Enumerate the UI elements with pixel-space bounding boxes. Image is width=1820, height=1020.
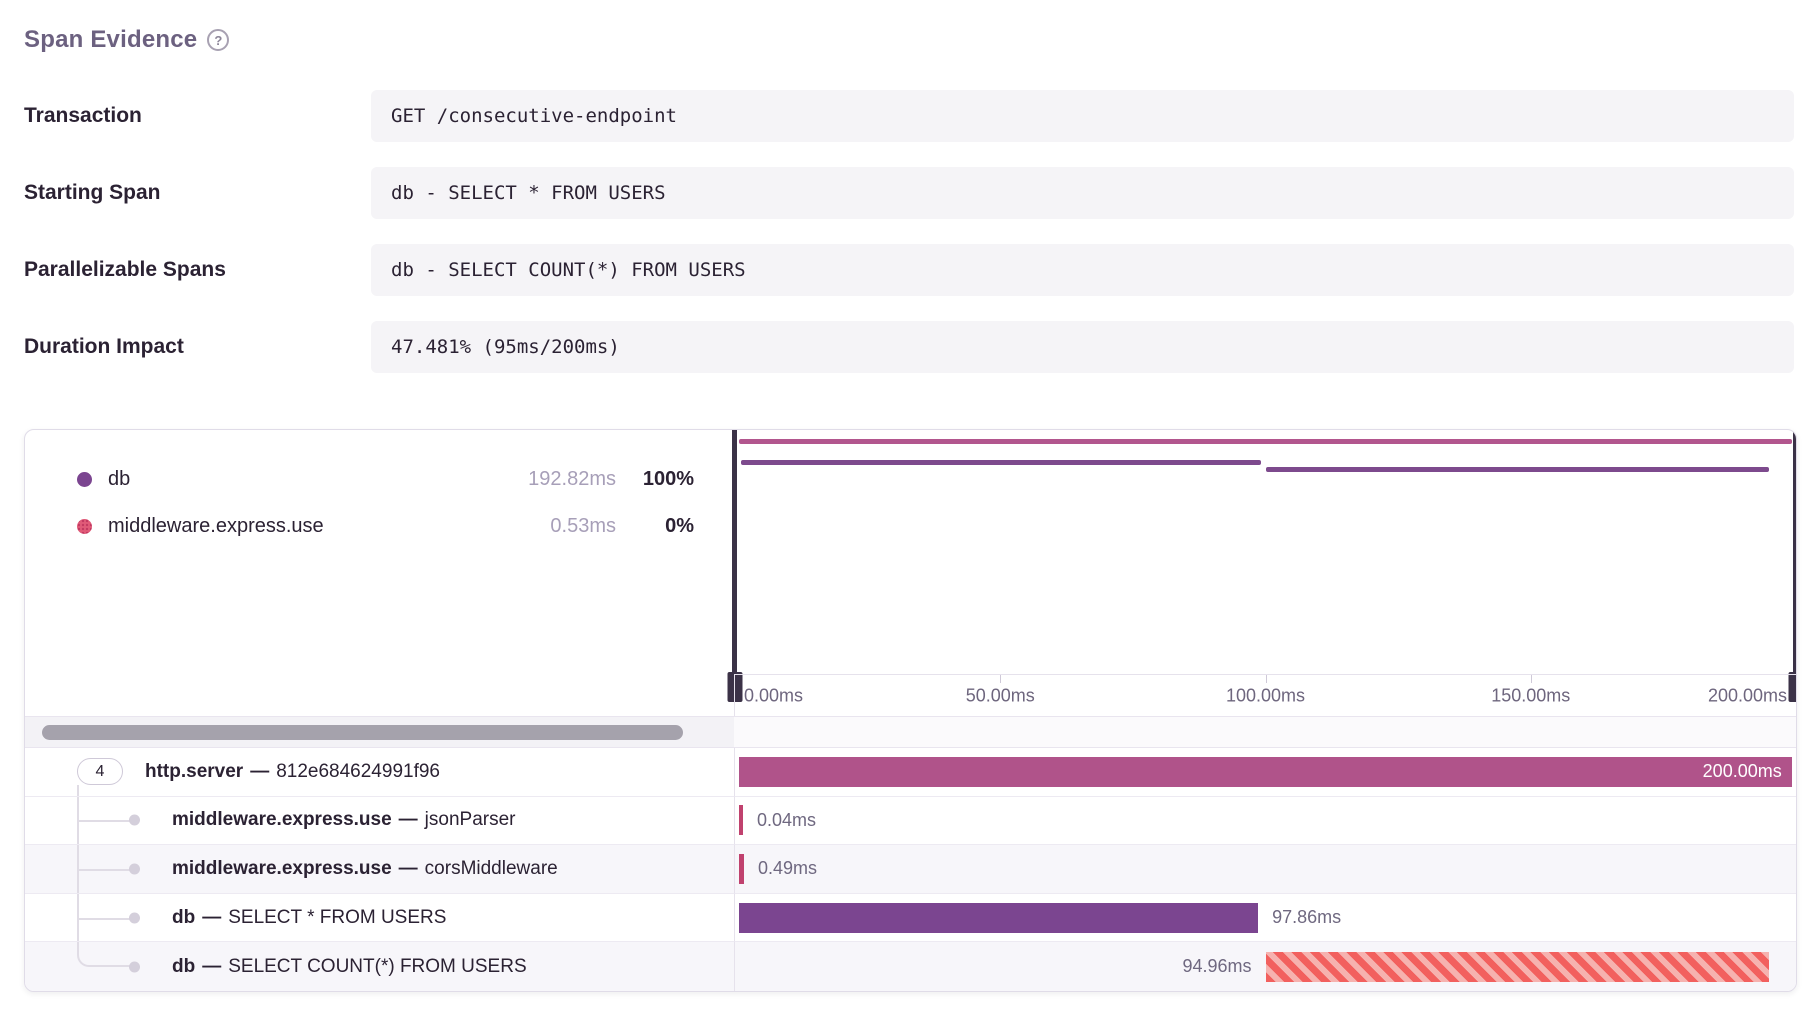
- span-bar-cell[interactable]: 94.96ms: [734, 942, 1796, 991]
- section-header: Span Evidence ?: [24, 26, 1794, 54]
- span-description: SELECT COUNT(*) FROM USERS: [228, 956, 526, 978]
- tree-connector: [77, 785, 79, 796]
- span-duration-bar: [739, 805, 743, 835]
- span-bar-cell[interactable]: 200.00ms: [734, 748, 1796, 797]
- span-row-db-select[interactable]: db — SELECT * FROM USERS: [25, 894, 734, 943]
- span-row-db-count[interactable]: db — SELECT COUNT(*) FROM USERS: [25, 942, 734, 991]
- separator: —: [392, 809, 425, 831]
- span-bar-cell[interactable]: 97.86ms: [734, 894, 1796, 943]
- minimap-span-line: [1266, 467, 1770, 472]
- legend-item-db[interactable]: db 192.82ms 100%: [77, 466, 694, 493]
- span-duration-bar: [739, 854, 744, 884]
- tree-node-dot: [129, 912, 140, 923]
- minimap-right-handle[interactable]: [1793, 430, 1797, 702]
- page-title: Span Evidence: [24, 26, 197, 54]
- axis-tick-mark: [1000, 675, 1001, 683]
- span-description: SELECT * FROM USERS: [228, 907, 446, 929]
- help-icon[interactable]: ?: [207, 29, 229, 51]
- separator: —: [195, 907, 228, 929]
- tree-connector: [77, 869, 135, 871]
- span-duration-label: 200.00ms: [1703, 761, 1782, 782]
- axis-tick-label: 100.00ms: [1226, 685, 1305, 706]
- horizontal-scrollbar-track: [25, 716, 734, 748]
- separator: —: [392, 858, 425, 880]
- legend-label: middleware.express.use: [108, 515, 550, 538]
- legend-duration: 192.82ms: [528, 468, 616, 491]
- span-bar-cell[interactable]: 0.04ms: [734, 797, 1796, 846]
- span-duration-label: 0.49ms: [758, 858, 817, 879]
- tree-connector: [77, 918, 135, 920]
- parallelizable-spans-value: db - SELECT COUNT(*) FROM USERS: [371, 244, 1794, 296]
- span-duration-bar: 200.00ms: [739, 757, 1792, 787]
- separator: —: [195, 956, 228, 978]
- axis-tick-label: 50.00ms: [966, 685, 1035, 706]
- span-op: middleware.express.use: [172, 809, 392, 831]
- span-op: middleware.express.use: [172, 858, 392, 880]
- evidence-label: Starting Span: [24, 181, 371, 205]
- minimap-span-line: [741, 460, 1261, 465]
- evidence-label: Duration Impact: [24, 335, 371, 359]
- tree-node-dot: [129, 863, 140, 874]
- tree-connector: [77, 942, 135, 966]
- minimap-left-handle[interactable]: [732, 430, 737, 702]
- db-series-dot: [77, 472, 92, 487]
- span-row-http-server[interactable]: 4 http.server — 812e684624991f96: [25, 748, 734, 797]
- legend-duration: 0.53ms: [550, 515, 616, 538]
- span-op: http.server: [145, 761, 243, 783]
- evidence-label: Parallelizable Spans: [24, 258, 371, 282]
- span-description: 812e684624991f96: [276, 761, 440, 783]
- span-evidence-section: Span Evidence ? Transaction GET /consecu…: [0, 0, 1820, 992]
- span-children-count-badge[interactable]: 4: [77, 758, 123, 785]
- scrollbar-row-spacer: [734, 716, 1796, 748]
- trace-minimap: [734, 430, 1796, 674]
- span-waterfall-panel: db 192.82ms 100% middleware.express.use …: [24, 429, 1797, 992]
- legend-percent: 100%: [616, 468, 694, 491]
- span-description: jsonParser: [425, 809, 516, 831]
- span-duration-label: 94.96ms: [735, 956, 1266, 977]
- span-op: db: [172, 907, 195, 929]
- axis-tick-label: 200.00ms: [1708, 685, 1787, 706]
- span-row-json-parser[interactable]: middleware.express.use — jsonParser: [25, 797, 734, 846]
- span-bar-cell[interactable]: 0.49ms: [734, 845, 1796, 894]
- tree-node-dot: [129, 961, 140, 972]
- axis-tick-label: 0.00ms: [744, 685, 803, 706]
- series-legend: db 192.82ms 100% middleware.express.use …: [25, 430, 734, 716]
- evidence-list: Transaction GET /consecutive-endpoint St…: [24, 90, 1794, 373]
- horizontal-scrollbar-thumb[interactable]: [42, 725, 683, 740]
- tree-connector: [77, 820, 135, 822]
- legend-item-middleware[interactable]: middleware.express.use 0.53ms 0%: [77, 513, 694, 540]
- starting-span-value: db - SELECT * FROM USERS: [371, 167, 1794, 219]
- legend-percent: 0%: [616, 515, 694, 538]
- span-duration-label: 97.86ms: [1272, 907, 1341, 928]
- minimap-span-line: [739, 439, 1792, 444]
- legend-label: db: [108, 468, 528, 491]
- axis-tick-mark: [1266, 675, 1267, 683]
- span-duration-bar: [739, 903, 1258, 933]
- span-op: db: [172, 956, 195, 978]
- axis-tick-label: 150.00ms: [1491, 685, 1570, 706]
- axis-tick-mark: [1531, 675, 1532, 683]
- span-duration-bar: [1266, 952, 1770, 982]
- duration-impact-value: 47.481% (95ms/200ms): [371, 321, 1794, 373]
- middleware-series-dot: [77, 519, 92, 534]
- evidence-label: Transaction: [24, 104, 371, 128]
- span-description: corsMiddleware: [425, 858, 558, 880]
- tree-node-dot: [129, 815, 140, 826]
- span-row-cors-middleware[interactable]: middleware.express.use — corsMiddleware: [25, 845, 734, 894]
- transaction-value: GET /consecutive-endpoint: [371, 90, 1794, 142]
- time-axis: 0.00ms 50.00ms 100.00ms 150.00ms 200.00m…: [734, 674, 1796, 716]
- separator: —: [243, 761, 276, 783]
- span-duration-label: 0.04ms: [757, 810, 816, 831]
